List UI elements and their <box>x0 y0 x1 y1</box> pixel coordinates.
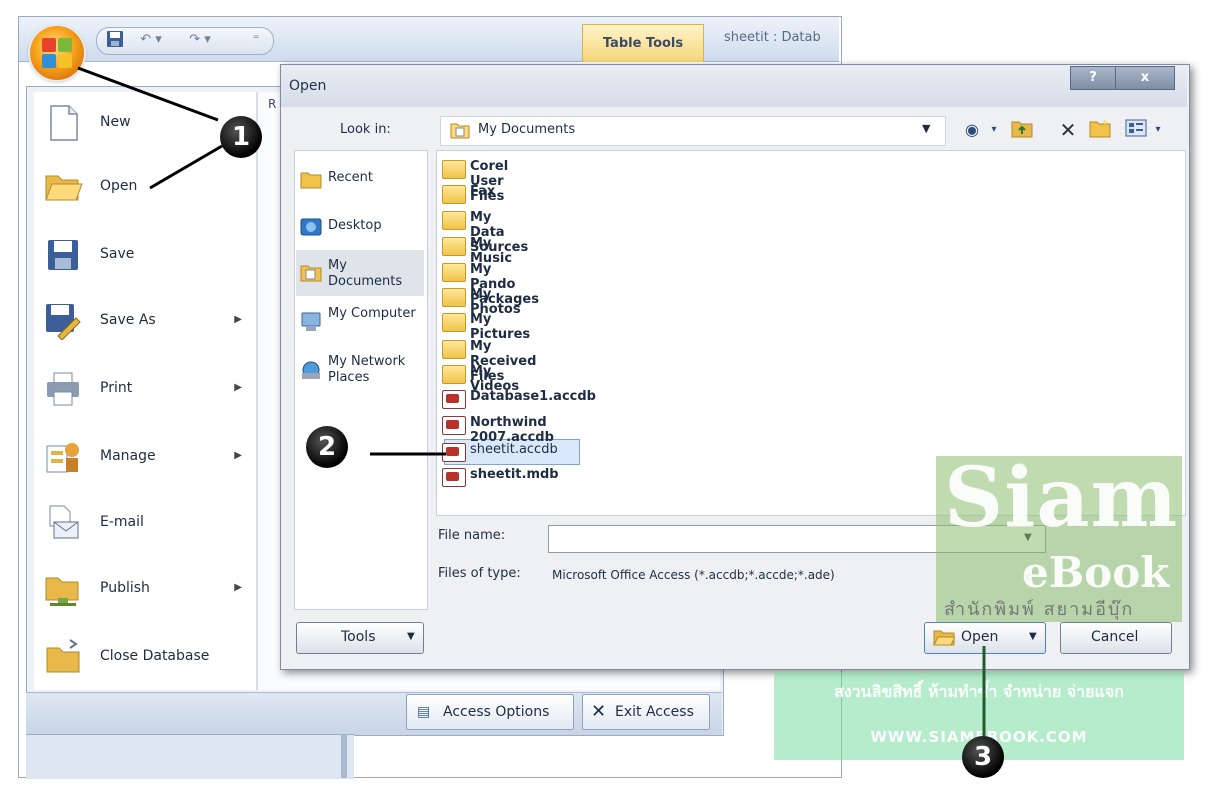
callout-lines <box>77 66 986 744</box>
step-3-marker: 3 <box>962 736 1004 778</box>
step-2-marker: 2 <box>306 426 348 468</box>
step-1-marker: 1 <box>220 116 262 158</box>
